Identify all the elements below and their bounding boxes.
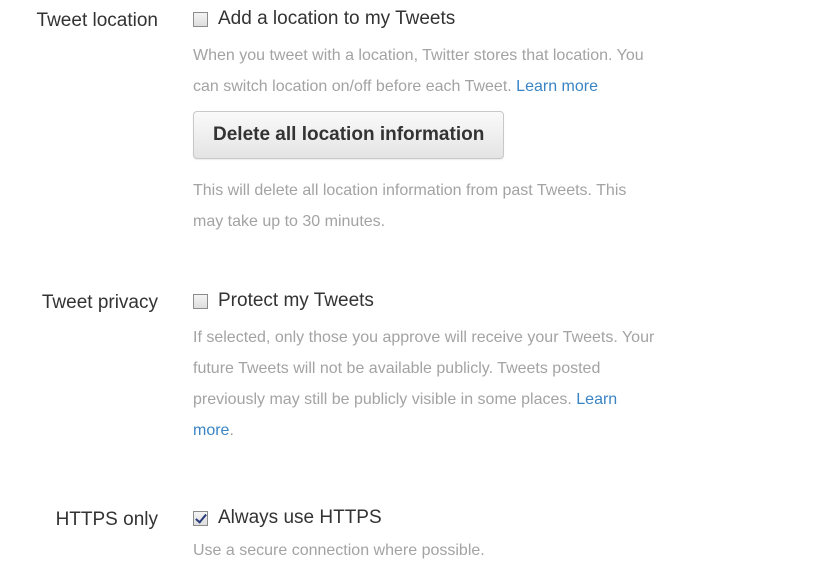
privacy-checkbox-row[interactable]: Protect my Tweets bbox=[193, 288, 808, 314]
https-checkbox-row[interactable]: Always use HTTPS bbox=[193, 505, 808, 531]
delete-location-help-text: This will delete all location informatio… bbox=[193, 175, 808, 237]
privacy-help-line3: previously may still be publicly visible… bbox=[193, 391, 572, 408]
privacy-help-line2: future Tweets will not be available publ… bbox=[193, 360, 601, 377]
delete-help-line2: may take up to 30 minutes. bbox=[193, 213, 386, 230]
https-checkbox[interactable] bbox=[193, 510, 208, 526]
privacy-help-line1: If selected, only those you approve will… bbox=[193, 329, 655, 346]
tweet-location-controls: Add a location to my Tweets When you twe… bbox=[193, 6, 808, 237]
location-help-line2: can switch location on/off before each T… bbox=[193, 78, 512, 95]
tweet-privacy-controls: Protect my Tweets If selected, only thos… bbox=[193, 288, 808, 446]
location-learn-more-link[interactable]: Learn more bbox=[516, 78, 598, 95]
privacy-help-end: . bbox=[229, 422, 234, 439]
https-checkbox-label[interactable]: Always use HTTPS bbox=[218, 507, 382, 529]
location-help-text: When you tweet with a location, Twitter … bbox=[193, 40, 808, 102]
delete-help-line1: This will delete all location informatio… bbox=[193, 182, 627, 199]
tweet-privacy-label: Tweet privacy bbox=[41, 292, 158, 313]
privacy-checkbox-label[interactable]: Protect my Tweets bbox=[218, 290, 374, 312]
location-checkbox-row[interactable]: Add a location to my Tweets bbox=[193, 6, 808, 32]
https-help-text: Use a secure connection where possible. bbox=[193, 542, 485, 559]
privacy-help-text: If selected, only those you approve will… bbox=[193, 322, 808, 446]
location-help-line1: When you tweet with a location, Twitter … bbox=[193, 47, 644, 64]
tweet-location-label: Tweet location bbox=[36, 10, 158, 31]
location-checkbox[interactable] bbox=[193, 11, 208, 27]
location-checkbox-label[interactable]: Add a location to my Tweets bbox=[218, 8, 455, 30]
https-only-controls: Always use HTTPS Use a secure connection… bbox=[193, 505, 808, 566]
delete-location-button[interactable]: Delete all location information bbox=[193, 111, 505, 159]
privacy-checkbox[interactable] bbox=[193, 293, 208, 309]
privacy-learn-more-part2[interactable]: more bbox=[193, 422, 229, 439]
https-only-label: HTTPS only bbox=[55, 509, 158, 530]
privacy-learn-more-part1[interactable]: Learn bbox=[576, 391, 617, 408]
